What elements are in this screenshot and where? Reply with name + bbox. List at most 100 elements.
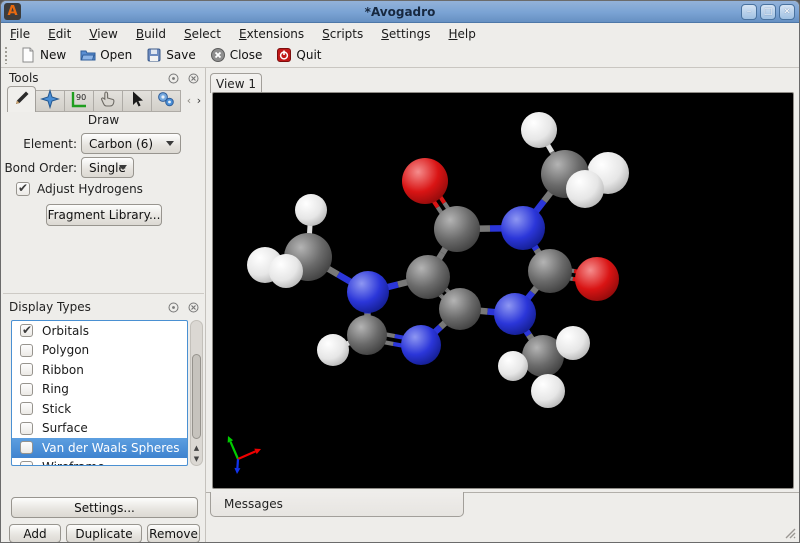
display-type-row-surface[interactable]: Surface	[12, 419, 187, 439]
atom-n[interactable]	[347, 271, 389, 313]
atom-c[interactable]	[528, 249, 572, 293]
atom-o[interactable]	[575, 257, 619, 301]
display-type-row-van-der-waals-spheres[interactable]: Van der Waals Spheres	[12, 438, 187, 458]
atom-h[interactable]	[269, 254, 303, 288]
display-type-row-wireframe[interactable]: Wireframe	[12, 458, 187, 467]
bond-order-combobox[interactable]: Single	[81, 157, 134, 178]
display-type-row-orbitals[interactable]: Orbitals	[12, 321, 187, 341]
display-type-label: Wireframe	[42, 460, 105, 466]
tab-view-1[interactable]: View 1	[210, 73, 262, 93]
tool-tab-auto-rotate-tool[interactable]	[152, 90, 181, 112]
atom-h[interactable]	[498, 351, 528, 381]
fragment-library-button[interactable]: Fragment Library...	[46, 204, 162, 226]
atom-c[interactable]	[439, 288, 481, 330]
scroll-down-icon[interactable]: ▼	[191, 455, 202, 463]
display-type-row-stick[interactable]: Stick	[12, 399, 187, 419]
add-button[interactable]: Add	[9, 524, 61, 543]
dock-splitter[interactable]	[3, 293, 204, 294]
tools-panel-title: Tools	[9, 71, 39, 85]
atom-c[interactable]	[406, 255, 450, 299]
auto-rotate-tool-icon	[156, 89, 176, 113]
menu-settings[interactable]: Settings	[372, 26, 439, 42]
remove-button[interactable]: Remove	[147, 524, 200, 543]
new-document-icon	[20, 47, 36, 63]
atom-h[interactable]	[317, 334, 349, 366]
menu-view[interactable]: View	[80, 26, 126, 42]
display-type-checkbox[interactable]	[20, 344, 33, 357]
display-type-checkbox[interactable]	[20, 324, 33, 337]
atom-n[interactable]	[401, 325, 441, 365]
scrollbar-thumb[interactable]	[192, 354, 201, 439]
menu-extensions[interactable]: Extensions	[230, 26, 313, 42]
panel-close-icon[interactable]	[188, 302, 199, 313]
display-type-row-ring[interactable]: Ring	[12, 380, 187, 400]
adjust-hydrogens-checkbox[interactable]	[16, 182, 30, 196]
atom-n[interactable]	[501, 206, 545, 250]
panel-float-icon[interactable]	[168, 302, 179, 313]
minimize-button[interactable]: –	[741, 4, 757, 20]
atom-c[interactable]	[347, 315, 387, 355]
toolbar-drag-handle[interactable]	[4, 46, 9, 64]
display-type-checkbox[interactable]	[20, 363, 33, 376]
gl-viewport[interactable]	[212, 92, 794, 489]
element-label: Element:	[1, 137, 77, 151]
tool-tab-navigate-tool[interactable]	[36, 90, 65, 112]
display-type-checkbox[interactable]	[20, 461, 33, 466]
display-type-label: Surface	[42, 421, 88, 435]
menu-edit[interactable]: Edit	[39, 26, 80, 42]
atom-n[interactable]	[494, 293, 536, 335]
element-combobox[interactable]: Carbon (6)	[81, 133, 181, 154]
display-type-row-polygon[interactable]: Polygon	[12, 341, 187, 361]
atom-h[interactable]	[521, 112, 557, 148]
menu-file[interactable]: File	[1, 26, 39, 42]
save-toolbar-button[interactable]: Save	[139, 45, 202, 65]
menu-help[interactable]: Help	[439, 26, 484, 42]
tab-scroll-arrows[interactable]: ‹›	[184, 93, 204, 109]
close-toolbar-button[interactable]: Close	[203, 45, 270, 65]
menu-build[interactable]: Build	[127, 26, 175, 42]
window-title: *Avogadro	[1, 5, 799, 19]
new-toolbar-button[interactable]: New	[13, 45, 73, 65]
titlebar[interactable]: A *Avogadro – □ ✕	[1, 1, 799, 23]
atom-h[interactable]	[566, 170, 604, 208]
menu-bar: FileEditViewBuildSelectExtensionsScripts…	[1, 24, 799, 43]
atom-o[interactable]	[402, 158, 448, 204]
tool-tab-measure-tool[interactable]: 90	[65, 90, 94, 112]
axis-arrow	[234, 468, 240, 474]
display-type-checkbox[interactable]	[20, 383, 33, 396]
scroll-right-icon: ›	[194, 93, 204, 109]
tab-messages[interactable]: Messages	[210, 492, 464, 517]
atom-h[interactable]	[556, 326, 590, 360]
menu-select[interactable]: Select	[175, 26, 230, 42]
maximize-button[interactable]: □	[760, 4, 776, 20]
atom-h[interactable]	[295, 194, 327, 226]
display-types-panel-title: Display Types	[9, 300, 91, 314]
dock-main-separator[interactable]	[205, 68, 206, 543]
save-floppy-icon	[146, 47, 162, 63]
duplicate-button[interactable]: Duplicate	[66, 524, 142, 543]
quit-toolbar-button[interactable]: Quit	[269, 45, 328, 65]
display-type-checkbox[interactable]	[20, 402, 33, 415]
atom-c[interactable]	[434, 206, 480, 252]
tool-tab-pencil-draw-tool[interactable]	[7, 86, 36, 112]
panel-float-icon[interactable]	[168, 73, 179, 84]
display-type-row-ribbon[interactable]: Ribbon	[12, 360, 187, 380]
display-type-label: Ribbon	[42, 363, 84, 377]
pencil-draw-tool-icon	[12, 88, 32, 112]
settings-button[interactable]: Settings...	[11, 497, 198, 518]
panel-close-icon[interactable]	[188, 73, 199, 84]
tool-tab-manipulate-tool[interactable]	[94, 90, 123, 112]
atom-h[interactable]	[531, 374, 565, 408]
menu-scripts[interactable]: Scripts	[313, 26, 372, 42]
display-types-scrollbar[interactable]: ▲ ▼	[190, 320, 203, 466]
close-button[interactable]: ✕	[779, 4, 795, 20]
manipulate-tool-icon	[98, 89, 118, 113]
tool-tab-select-tool[interactable]	[123, 90, 152, 112]
open-toolbar-button[interactable]: Open	[73, 45, 139, 65]
main-toolbar: NewOpenSaveCloseQuit	[1, 43, 799, 68]
display-type-checkbox[interactable]	[20, 441, 33, 454]
display-type-checkbox[interactable]	[20, 422, 33, 435]
measure-tool-icon: 90	[69, 89, 89, 113]
scroll-up-icon[interactable]: ▲	[191, 444, 202, 452]
resize-grip-icon[interactable]	[782, 525, 796, 539]
